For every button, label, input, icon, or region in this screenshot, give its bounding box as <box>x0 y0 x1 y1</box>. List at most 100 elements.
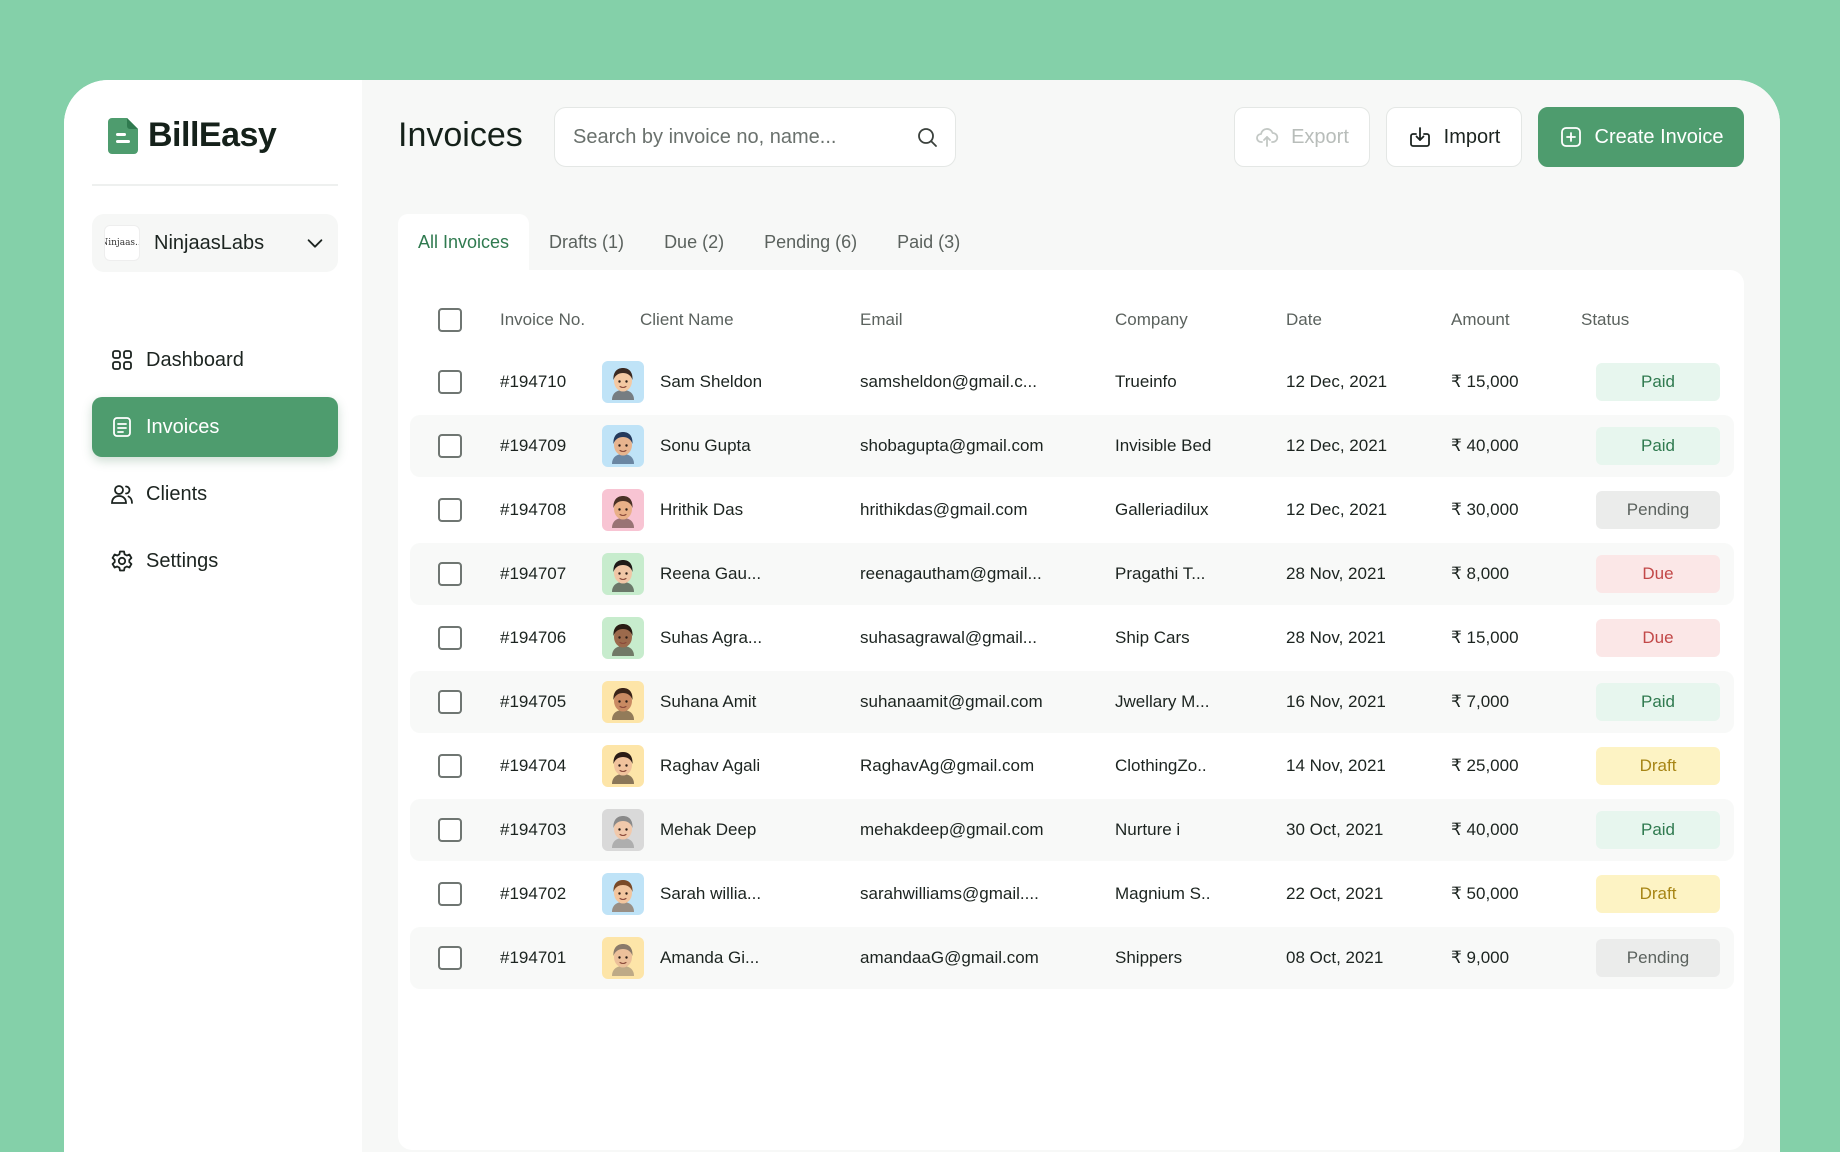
tab-drafts[interactable]: Drafts (1) <box>529 214 644 270</box>
avatar-face-icon <box>612 624 634 656</box>
sidebar-item-dashboard[interactable]: Dashboard <box>92 330 338 390</box>
table-row[interactable]: #194708 Hrithik Das hrithikdas@gmail.com Ga… <box>410 479 1734 541</box>
row-checkbox[interactable] <box>438 946 462 970</box>
client-email: RaghavAg@gmail.com <box>860 756 1035 775</box>
company-name: ClothingZo.. <box>1115 756 1207 775</box>
column-header-email[interactable]: Email <box>860 310 903 330</box>
column-header-client-name[interactable]: Client Name <box>640 310 734 330</box>
column-header-invoice-no[interactable]: Invoice No. <box>500 310 585 330</box>
client-email: sarahwilliams@gmail.... <box>860 884 1039 903</box>
invoice-amount: ₹ 8,000 <box>1451 564 1510 583</box>
column-header-company[interactable]: Company <box>1115 310 1188 330</box>
tab-paid[interactable]: Paid (3) <box>877 214 980 270</box>
avatar-face-icon <box>612 368 634 400</box>
invoice-date: 14 Nov, 2021 <box>1286 756 1386 775</box>
row-checkbox[interactable] <box>438 498 462 522</box>
client-name: Reena Gau... <box>660 564 762 583</box>
table-row[interactable]: #194706 Suhas Agra... suhasagrawal@gmail..… <box>410 607 1734 669</box>
tab-pending[interactable]: Pending (6) <box>744 214 877 270</box>
tab-all-invoices[interactable]: All Invoices <box>398 214 530 270</box>
avatar-face-icon <box>612 944 634 976</box>
avatar-face-icon <box>612 496 634 528</box>
company-name: Jwellary M... <box>1115 692 1210 711</box>
row-checkbox[interactable] <box>438 434 462 458</box>
create-invoice-button[interactable]: Create Invoice <box>1538 107 1744 167</box>
table-row[interactable]: #194705 Suhana Amit suhanaamit@gmail.com Jw… <box>410 671 1734 733</box>
company-name: Trueinfo <box>1115 372 1177 391</box>
invoice-number: #194705 <box>500 692 567 711</box>
avatar <box>602 553 644 595</box>
workspace-switcher[interactable]: Ninjaas... NinjaasLabs <box>92 214 338 272</box>
sidebar-item-clients[interactable]: Clients <box>92 464 338 524</box>
row-checkbox[interactable] <box>438 626 462 650</box>
client-email: samsheldon@gmail.c... <box>860 372 1037 391</box>
row-checkbox[interactable] <box>438 690 462 714</box>
invoice-date: 22 Oct, 2021 <box>1286 884 1384 903</box>
column-header-status[interactable]: Status <box>1581 310 1629 330</box>
client-name: Suhas Agra... <box>660 628 763 647</box>
invoice-date: 12 Dec, 2021 <box>1286 500 1388 519</box>
invoice-number: #194709 <box>500 436 567 455</box>
table-row[interactable]: #194704 Raghav Agali RaghavAg@gmail.com Clo… <box>410 735 1734 797</box>
company-name: Invisible Bed <box>1115 436 1212 455</box>
column-header-date[interactable]: Date <box>1286 310 1322 330</box>
status-badge: Pending <box>1596 491 1720 529</box>
status-badge: Due <box>1596 555 1720 593</box>
avatar <box>602 745 644 787</box>
table-row[interactable]: #194703 Mehak Deep mehakdeep@gmail.com Nurt… <box>410 799 1734 861</box>
invoice-table: Invoice No. Client Name Email Company Da… <box>398 270 1744 1150</box>
workspace-logo: Ninjaas... <box>104 225 140 261</box>
avatar-face-icon <box>612 432 634 464</box>
client-name: Raghav Agali <box>660 756 761 775</box>
avatar <box>602 937 644 979</box>
search-input[interactable] <box>573 125 915 149</box>
avatar-face-icon <box>612 880 634 912</box>
row-checkbox[interactable] <box>438 370 462 394</box>
table-row[interactable]: #194702 Sarah willia... sarahwilliams@gmai… <box>410 863 1734 925</box>
avatar <box>602 425 644 467</box>
column-header-amount[interactable]: Amount <box>1451 310 1510 330</box>
client-email: amandaaG@gmail.com <box>860 948 1039 967</box>
grid-icon <box>112 350 132 370</box>
avatar-face-icon <box>612 560 634 592</box>
select-all-checkbox[interactable] <box>438 308 462 332</box>
sidebar-item-label: Clients <box>146 482 208 505</box>
logo[interactable]: BillEasy <box>108 116 277 155</box>
avatar <box>602 617 644 659</box>
search-box[interactable] <box>554 107 956 167</box>
client-name: Hrithik Das <box>660 500 744 519</box>
invoice-amount: ₹ 15,000 <box>1451 372 1519 391</box>
export-button[interactable]: Export <box>1234 107 1370 167</box>
invoice-number: #194707 <box>500 564 567 583</box>
invoice-amount: ₹ 7,000 <box>1451 692 1510 711</box>
client-email: reenagautham@gmail... <box>860 564 1042 583</box>
row-checkbox[interactable] <box>438 754 462 778</box>
client-email: mehakdeep@gmail.com <box>860 820 1044 839</box>
company-name: Magnium S.. <box>1115 884 1211 903</box>
sidebar-item-invoices[interactable]: Invoices <box>92 397 338 457</box>
table-row[interactable]: #194709 Sonu Gupta shobagupta@gmail.com Inv… <box>410 415 1734 477</box>
search-icon[interactable] <box>915 125 939 149</box>
plus-square-icon <box>1560 127 1581 147</box>
status-badge: Draft <box>1596 747 1720 785</box>
invoice-date: 12 Dec, 2021 <box>1286 436 1388 455</box>
row-checkbox[interactable] <box>438 818 462 842</box>
status-badge: Paid <box>1596 363 1720 401</box>
company-name: Galleriadilux <box>1115 500 1209 519</box>
import-button[interactable]: Import <box>1386 107 1522 167</box>
table-row[interactable]: #194701 Amanda Gi... amandaaG@gmail.com Shi… <box>410 927 1734 989</box>
sidebar-divider <box>92 184 338 186</box>
invoice-date: 08 Oct, 2021 <box>1286 948 1384 967</box>
invoice-date: 28 Nov, 2021 <box>1286 564 1386 583</box>
table-row[interactable]: #194710 Sam Sheldon samsheldon@gmail.c... T… <box>410 351 1734 413</box>
company-name: Shippers <box>1115 948 1183 967</box>
table-row[interactable]: #194707 Reena Gau... reenagautham@gmail...… <box>410 543 1734 605</box>
company-name: Pragathi T... <box>1115 564 1206 583</box>
row-checkbox[interactable] <box>438 562 462 586</box>
client-email: suhasagrawal@gmail... <box>860 628 1037 647</box>
tab-due[interactable]: Due (2) <box>644 214 744 270</box>
company-name: Ship Cars <box>1115 628 1190 647</box>
row-checkbox[interactable] <box>438 882 462 906</box>
company-name: Nurture i <box>1115 820 1181 839</box>
sidebar-item-settings[interactable]: Settings <box>92 531 338 591</box>
